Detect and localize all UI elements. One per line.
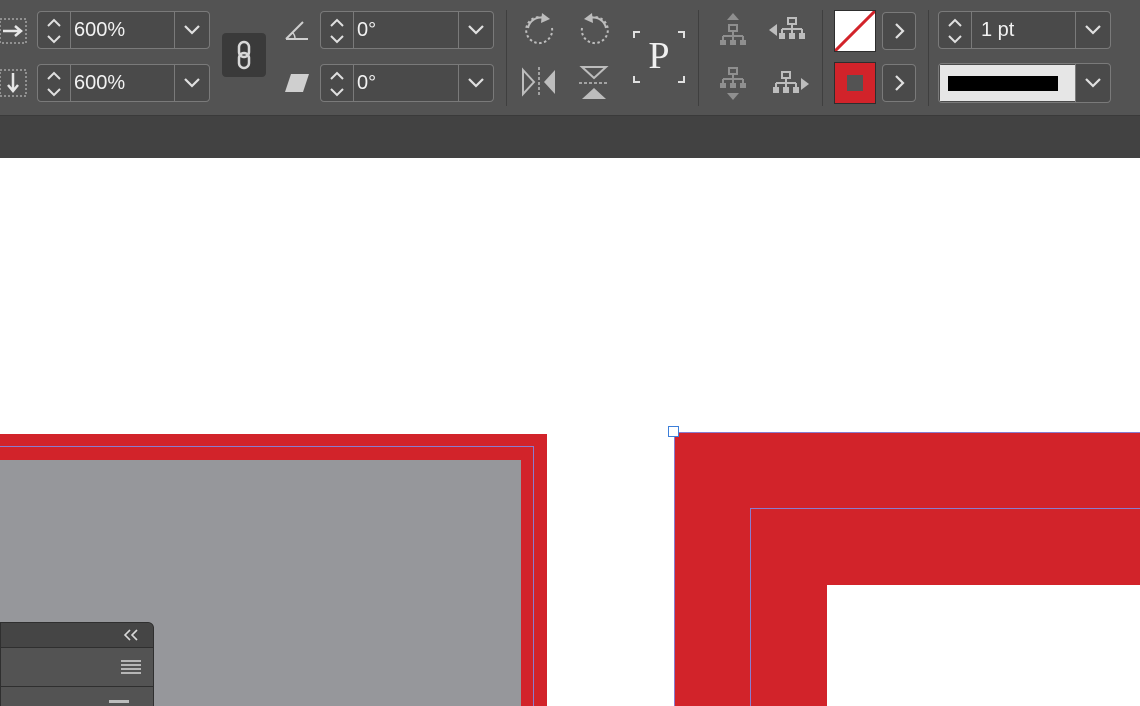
shear-angle-dropdown[interactable] [458,65,493,101]
text-frame-letter: P [648,35,670,77]
rotation-angle-value[interactable]: 0° [357,12,376,48]
stroke-weight-stepper[interactable] [939,12,972,48]
scale-x-field[interactable]: 600% [37,11,210,49]
floating-panel [0,622,154,706]
stroke-swatch[interactable] [834,62,876,104]
document-tab-bar [0,116,1140,158]
stroke-weight-field[interactable]: 1 pt [938,11,1111,49]
constrain-proportions-icon [222,33,266,77]
scale-x-dropdown[interactable] [174,12,209,48]
floating-panel-row-marker [109,700,129,703]
select-next-object-icon[interactable] [768,70,810,100]
right-page-frame[interactable] [674,432,1140,706]
stroke-weight-dropdown[interactable] [1075,12,1110,48]
rotate-clockwise-icon[interactable] [522,12,558,48]
stroke-type-selector[interactable] [938,63,1111,103]
floating-panel-divider [1,686,153,687]
scale-y-value[interactable]: 600% [74,65,125,101]
rotation-angle-field[interactable]: 0° [320,11,494,49]
scale-y-stepper[interactable] [38,65,71,101]
shear-angle-icon [283,72,311,94]
constrain-proportions-button[interactable] [222,33,266,77]
scale-x-stepper[interactable] [38,12,71,48]
stroke-swatch-menu-button[interactable] [882,64,916,102]
stroke-swatch-icon [847,75,863,91]
scale-x-icon [0,18,28,44]
stroke-type-preview [940,65,1076,101]
rotate-counterclockwise-icon[interactable] [576,12,612,48]
chevron-right-icon [895,23,905,39]
text-frame-button[interactable]: P [632,30,686,84]
rotation-angle-dropdown[interactable] [458,12,493,48]
chevron-right-icon [895,75,905,91]
scale-y-dropdown[interactable] [174,65,209,101]
rotation-angle-stepper[interactable] [321,12,354,48]
collapse-panel-icon[interactable] [123,629,139,641]
canvas [0,158,1140,706]
select-container-icon[interactable] [718,12,748,48]
shear-angle-field[interactable]: 0° [320,64,494,102]
panel-menu-icon[interactable] [121,659,141,675]
scale-y-icon [0,69,28,97]
stroke-weight-value[interactable]: 1 pt [981,12,1014,48]
fill-swatch[interactable] [834,10,876,52]
scale-y-field[interactable]: 600% [37,64,210,102]
floating-panel-header [1,623,153,648]
chevron-down-icon [184,25,200,35]
fill-swatch-menu-button[interactable] [882,12,916,50]
select-content-icon[interactable] [718,66,748,102]
shear-angle-stepper[interactable] [321,65,354,101]
shear-angle-value[interactable]: 0° [357,65,376,101]
scale-x-value[interactable]: 600% [74,12,125,48]
flip-vertical-icon[interactable] [576,64,612,102]
select-previous-object-icon[interactable] [768,16,810,46]
selection-handle[interactable] [668,426,679,437]
flip-horizontal-icon[interactable] [520,64,558,100]
control-panel: 600% 600% 0° 0° P 1 pt [0,0,1140,116]
fill-swatch-icon [835,11,875,51]
stroke-type-dropdown[interactable] [1075,64,1110,102]
right-page-white-area [827,585,1140,706]
rotation-angle-icon [283,18,311,42]
